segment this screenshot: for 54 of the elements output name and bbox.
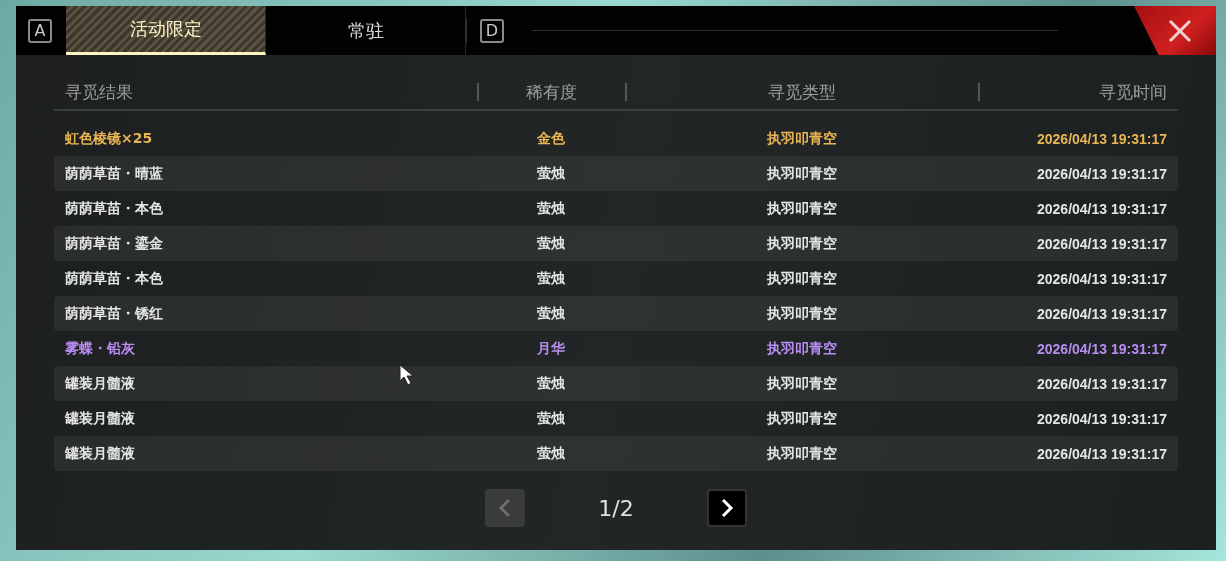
- result-cell: 罐装月髓液: [65, 409, 135, 428]
- key-hint: A: [28, 18, 52, 43]
- rarity-cell: 萤烛: [537, 304, 565, 323]
- chevron-left-icon: [498, 498, 512, 518]
- tab[interactable]: 活动限定: [66, 6, 266, 55]
- result-cell: 荫荫草苗・晴蓝: [65, 164, 163, 183]
- type-cell: 执羽叩青空: [766, 164, 837, 183]
- type-cell: 执羽叩青空: [766, 199, 837, 218]
- result-cell: 荫荫草苗・鎏金: [65, 234, 163, 253]
- rarity-cell: 萤烛: [537, 444, 565, 463]
- rarity-cell: 萤烛: [537, 269, 565, 288]
- mouse-cursor-icon: [399, 364, 415, 386]
- rarity-header: 稀有度: [525, 80, 577, 104]
- key-hint: D: [480, 18, 504, 43]
- result-cell: 雾蝶・铅灰: [65, 339, 135, 358]
- time-cell: 2026/04/13 19:31:17: [1037, 375, 1167, 392]
- time-cell: 2026/04/13 19:31:17: [1037, 340, 1167, 357]
- next-page-button[interactable]: [707, 489, 747, 527]
- rarity-cell: 萤烛: [537, 374, 565, 393]
- rarity-cell: 萤烛: [537, 164, 565, 183]
- result-cell: 罐装月髓液: [65, 374, 135, 393]
- type-cell: 执羽叩青空: [766, 269, 837, 288]
- rarity-cell: 金色: [537, 129, 565, 148]
- rarity-cell: 月华: [537, 339, 565, 358]
- close-icon: [1167, 17, 1193, 44]
- type-cell: 执羽叩青空: [766, 339, 837, 358]
- time-header: 寻觅时间: [1099, 81, 1167, 104]
- time-cell: 2026/04/13 19:31:17: [1037, 270, 1167, 287]
- rarity-cell: 萤烛: [537, 199, 565, 218]
- time-cell: 2026/04/13 19:31:17: [1037, 410, 1167, 427]
- type-cell: 执羽叩青空: [766, 234, 837, 253]
- time-cell: 2026/04/13 19:31:17: [1037, 445, 1167, 462]
- result-header: 寻觅结果: [65, 80, 133, 104]
- type-cell: 执羽叩青空: [766, 129, 837, 148]
- result-cell: 罐装月髓液: [65, 444, 135, 463]
- result-cell: 荫荫草苗・锈红: [65, 304, 163, 323]
- result-cell: 虹色棱镜×25: [65, 129, 153, 148]
- page-indicator: 1/2: [597, 495, 635, 521]
- time-cell: 2026/04/13 19:31:17: [1037, 200, 1167, 217]
- type-cell: 执羽叩青空: [766, 374, 837, 393]
- time-cell: 2026/04/13 19:31:17: [1037, 165, 1167, 182]
- chevron-right-icon: [720, 498, 734, 518]
- type-cell: 执羽叩青空: [766, 444, 837, 463]
- result-cell: 荫荫草苗・本色: [65, 269, 163, 288]
- rarity-cell: 萤烛: [537, 234, 565, 253]
- close-button[interactable]: [1134, 6, 1216, 55]
- type-header: 寻觅类型: [767, 80, 836, 104]
- rarity-cell: 萤烛: [537, 409, 565, 428]
- type-cell: 执羽叩青空: [766, 304, 837, 323]
- time-cell: 2026/04/13 19:31:17: [1037, 130, 1167, 147]
- result-cell: 荫荫草苗・本色: [65, 199, 163, 218]
- time-cell: 2026/04/13 19:31:17: [1037, 235, 1167, 252]
- type-cell: 执羽叩青空: [766, 409, 837, 428]
- time-cell: 2026/04/13 19:31:17: [1037, 305, 1167, 322]
